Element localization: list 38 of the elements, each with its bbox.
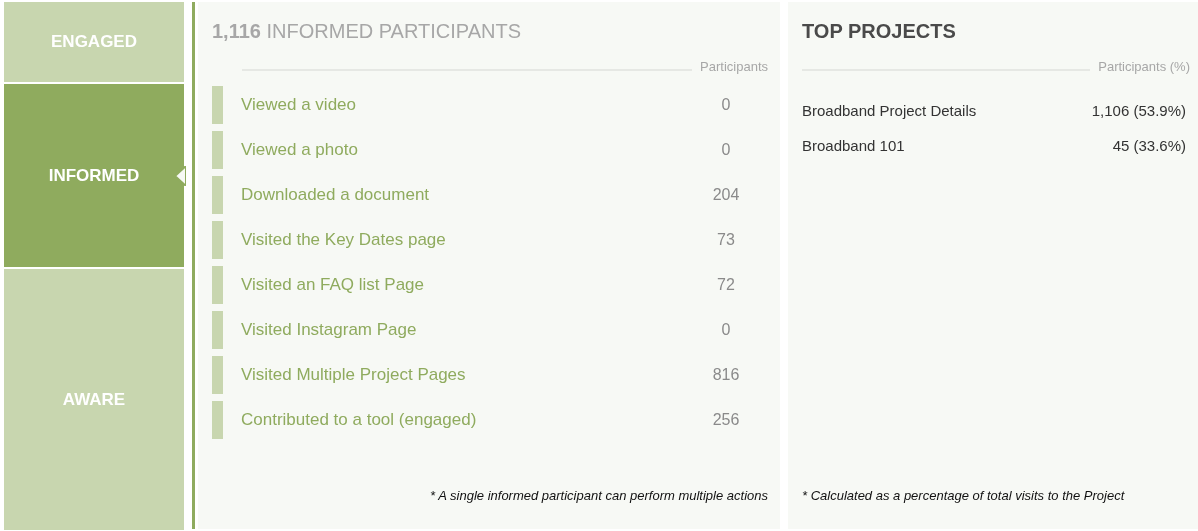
- row-marker: [212, 176, 223, 214]
- column-header: Participants: [700, 58, 768, 74]
- row-marker: [212, 401, 223, 439]
- action-label: Visited an FAQ list Page: [241, 275, 425, 295]
- action-count: 0: [720, 141, 732, 159]
- action-label: Visited Multiple Project Pages: [241, 365, 467, 385]
- action-count: 72: [716, 276, 736, 294]
- action-count: 256: [711, 411, 741, 429]
- row-marker: [212, 221, 223, 259]
- action-label: Contributed to a tool (engaged): [241, 410, 478, 430]
- pointer-icon: [174, 165, 186, 186]
- action-count: 816: [711, 366, 741, 384]
- action-count: 204: [711, 186, 741, 204]
- project-count: 1,106 (53.9%): [1091, 102, 1186, 119]
- row-marker: [212, 356, 223, 394]
- panel-title: TOP PROJECTS: [802, 20, 957, 44]
- project-name: Broadband Project Details: [802, 102, 977, 119]
- stage-tab[interactable]: AWARE: [4, 269, 184, 530]
- stage-tab[interactable]: INFORMED: [4, 84, 184, 267]
- action-label: Viewed a photo: [241, 140, 359, 160]
- action-count: 73: [716, 231, 736, 249]
- row-marker: [212, 131, 223, 169]
- action-count: 0: [720, 321, 732, 339]
- column-header: Participants (%): [1098, 58, 1190, 74]
- footnote: * A single informed participant can perform multiple actions: [429, 488, 768, 503]
- row-marker: [212, 311, 223, 349]
- row-marker: [212, 86, 223, 124]
- project-count: 45 (33.6%): [1112, 137, 1186, 154]
- footnote: * Calculated as a percentage of total visits to the Project: [802, 488, 1126, 503]
- row-marker: [212, 266, 223, 304]
- action-label: Downloaded a document: [241, 185, 431, 205]
- action-label: Visited Instagram Page: [241, 320, 418, 340]
- action-label: Visited the Key Dates page: [241, 230, 447, 250]
- action-count: 0: [720, 96, 732, 114]
- stage-tab[interactable]: ENGAGED: [4, 2, 184, 82]
- action-label: Viewed a video: [241, 95, 357, 115]
- project-name: Broadband 101: [802, 137, 905, 154]
- panel-title: 1,116 INFORMED PARTICIPANTS: [212, 20, 522, 44]
